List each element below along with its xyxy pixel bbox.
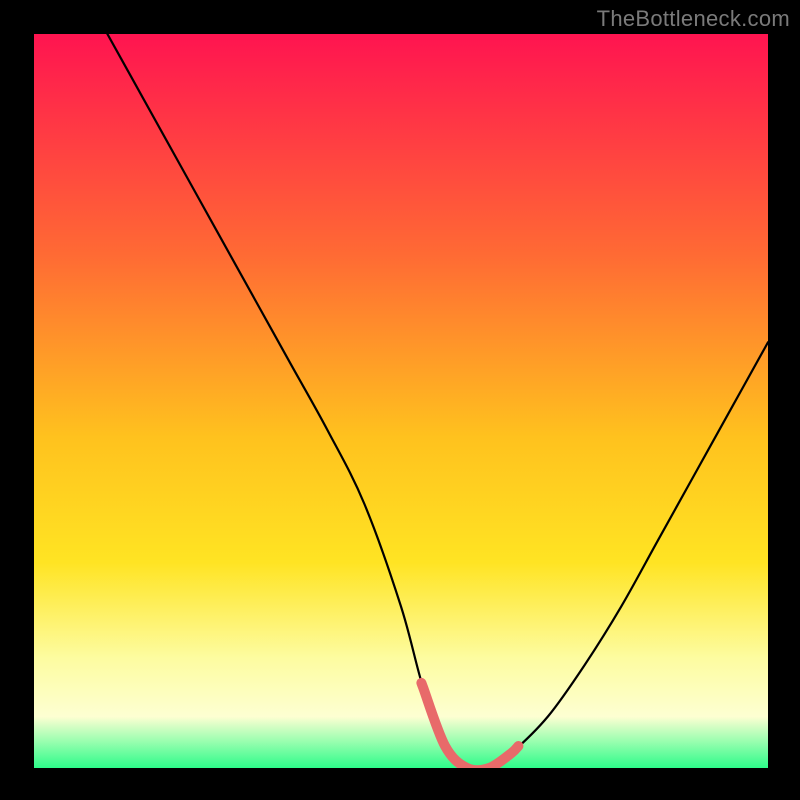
outer-frame: TheBottleneck.com — [0, 0, 800, 800]
plot-area — [34, 34, 768, 768]
watermark-text: TheBottleneck.com — [597, 6, 790, 32]
gradient-background — [34, 34, 768, 768]
chart-svg — [34, 34, 768, 768]
